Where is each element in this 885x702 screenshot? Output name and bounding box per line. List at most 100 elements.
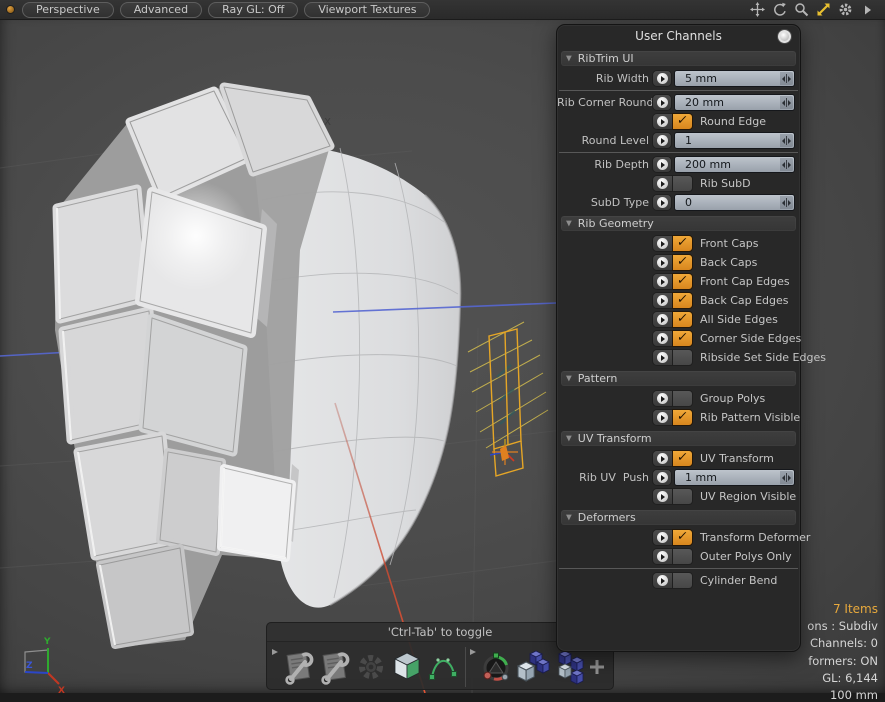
- front-cap-edges-checkbox[interactable]: ✓: [672, 273, 693, 290]
- channel-row-corner-side-edges: ✓Corner Side Edges: [557, 330, 800, 347]
- value-spinner[interactable]: [780, 158, 793, 171]
- status-line: 100 mm: [807, 687, 878, 702]
- spinner-right-icon: [788, 162, 791, 168]
- toolbar-button-viewport-textures[interactable]: Viewport Textures: [304, 2, 430, 18]
- connect-circle-icon: [657, 197, 668, 208]
- outer-polys-only-checkbox[interactable]: [672, 548, 693, 565]
- channel-connect-button[interactable]: [652, 469, 672, 486]
- connect-circle-icon: [657, 73, 668, 84]
- back-caps-checkbox[interactable]: ✓: [672, 254, 693, 271]
- value-spinner[interactable]: [780, 471, 793, 484]
- rib-subd-checkbox[interactable]: [672, 175, 693, 192]
- palette-popup-arrow-icon-2[interactable]: [469, 645, 478, 689]
- rib-corner-round-field[interactable]: 20 mm: [674, 94, 795, 111]
- channel-row-front-caps: ✓Front Caps: [557, 235, 800, 252]
- rib-pattern-visible-checkbox[interactable]: ✓: [672, 409, 693, 426]
- spinner-right-icon: [788, 138, 791, 144]
- channel-connect-button[interactable]: [652, 70, 672, 87]
- channel-connect-button[interactable]: [652, 194, 672, 211]
- pan-icon[interactable]: [750, 2, 765, 17]
- channel-connect-button[interactable]: [652, 311, 672, 328]
- section-label: UV Transform: [578, 432, 652, 445]
- section-header-pattern[interactable]: ▼Pattern: [561, 371, 796, 386]
- channel-connect-button[interactable]: [652, 132, 672, 149]
- value-spinner[interactable]: [780, 134, 793, 147]
- field-value: 1 mm: [675, 471, 717, 484]
- all-side-edges-checkbox[interactable]: ✓: [672, 311, 693, 328]
- section-header-deformers[interactable]: ▼Deformers: [561, 510, 796, 525]
- value-spinner[interactable]: [780, 72, 793, 85]
- action-center-icon[interactable]: [477, 645, 513, 689]
- channel-row-rib-corner-round: Rib Corner Round20 mm: [557, 94, 800, 111]
- channel-connect-button[interactable]: [652, 273, 672, 290]
- channel-connect-button[interactable]: [652, 175, 672, 192]
- channel-row-rib-subd: Rib SubD: [557, 175, 800, 192]
- channel-connect-button[interactable]: [652, 235, 672, 252]
- rib-depth-field[interactable]: 200 mm: [674, 156, 795, 173]
- channel-row-group-polys: Group Polys: [557, 390, 800, 407]
- checkmark-icon: ✓: [676, 312, 689, 325]
- channel-connect-button[interactable]: [652, 113, 672, 130]
- channel-connect-button[interactable]: [652, 572, 672, 589]
- back-cap-edges-checkbox[interactable]: ✓: [672, 292, 693, 309]
- ribside-set-side-edges-checkbox[interactable]: [672, 349, 693, 366]
- uv-region-visible-checkbox[interactable]: [672, 488, 693, 505]
- checkbox-label: Rib SubD: [700, 177, 751, 190]
- channel-connect-button[interactable]: [652, 349, 672, 366]
- section-header-uv-transform[interactable]: ▼UV Transform: [561, 431, 796, 446]
- row-divider: [559, 568, 798, 569]
- channel-connect-button[interactable]: [652, 390, 672, 407]
- cylinder-bend-checkbox[interactable]: [672, 572, 693, 589]
- selected-wireframe-item[interactable]: [468, 322, 548, 476]
- viewport-nav-icons: [750, 2, 885, 17]
- settings-gear-icon[interactable]: [838, 2, 853, 17]
- subd-type-field[interactable]: 0: [674, 194, 795, 211]
- transform-deformer-checkbox[interactable]: ✓: [672, 529, 693, 546]
- section-header-rib-geometry[interactable]: ▼Rib Geometry: [561, 216, 796, 231]
- cube-tool-icon[interactable]: [389, 645, 425, 689]
- toolbar-button-advanced[interactable]: Advanced: [120, 2, 202, 18]
- channel-connect-button[interactable]: [652, 450, 672, 467]
- group-polys-checkbox[interactable]: [672, 390, 693, 407]
- value-spinner[interactable]: [780, 196, 793, 209]
- palette-popup-arrow-icon[interactable]: [271, 645, 280, 689]
- value-spinner[interactable]: [780, 96, 793, 109]
- channel-connect-button[interactable]: [652, 409, 672, 426]
- item-array-icon[interactable]: [514, 645, 550, 689]
- section-header-ribtrim-ui[interactable]: ▼RibTrim UI: [561, 51, 796, 66]
- rib-uv-push-field[interactable]: 1 mm: [674, 469, 795, 486]
- toolbar-button-perspective[interactable]: Perspective: [22, 2, 114, 18]
- checkmark-icon: ✓: [676, 530, 689, 543]
- channel-connect-button[interactable]: [652, 330, 672, 347]
- checkmark-icon: ✓: [676, 274, 689, 287]
- wrench-script-icon-2[interactable]: [316, 645, 352, 689]
- round-level-field[interactable]: 1: [674, 132, 795, 149]
- checkmark-icon: ✓: [676, 236, 689, 249]
- front-caps-checkbox[interactable]: ✓: [672, 235, 693, 252]
- wrench-script-icon[interactable]: [280, 645, 316, 689]
- channel-connect-button[interactable]: [652, 254, 672, 271]
- rib-width-field[interactable]: 5 mm: [674, 70, 795, 87]
- channel-connect-button[interactable]: [652, 529, 672, 546]
- modo-window: Perspective Advanced Ray GL: Off Viewport T…: [0, 0, 885, 702]
- toolbar-button-ray-gl-off[interactable]: Ray GL: Off: [208, 2, 298, 18]
- panel-radio-icon[interactable]: [778, 30, 791, 43]
- zoom-icon[interactable]: [794, 2, 809, 17]
- expand-arrow-icon[interactable]: [860, 2, 875, 17]
- fit-view-icon[interactable]: [816, 2, 831, 17]
- corner-side-edges-checkbox[interactable]: ✓: [672, 330, 693, 347]
- channel-connect-button[interactable]: [652, 156, 672, 173]
- round-edge-checkbox[interactable]: ✓: [672, 113, 693, 130]
- channel-connect-button[interactable]: [652, 94, 672, 111]
- connect-circle-icon: [657, 295, 668, 306]
- connect-circle-icon: [657, 116, 668, 127]
- palette-separator: [465, 647, 466, 687]
- channel-connect-button[interactable]: [652, 488, 672, 505]
- curve-tool-icon[interactable]: [425, 645, 461, 689]
- channel-connect-button[interactable]: [652, 548, 672, 565]
- connect-circle-icon: [657, 412, 668, 423]
- channel-connect-button[interactable]: [652, 292, 672, 309]
- gear-tool-icon[interactable]: [353, 645, 389, 689]
- uv-transform-checkbox[interactable]: ✓: [672, 450, 693, 467]
- rotate-icon[interactable]: [772, 2, 787, 17]
